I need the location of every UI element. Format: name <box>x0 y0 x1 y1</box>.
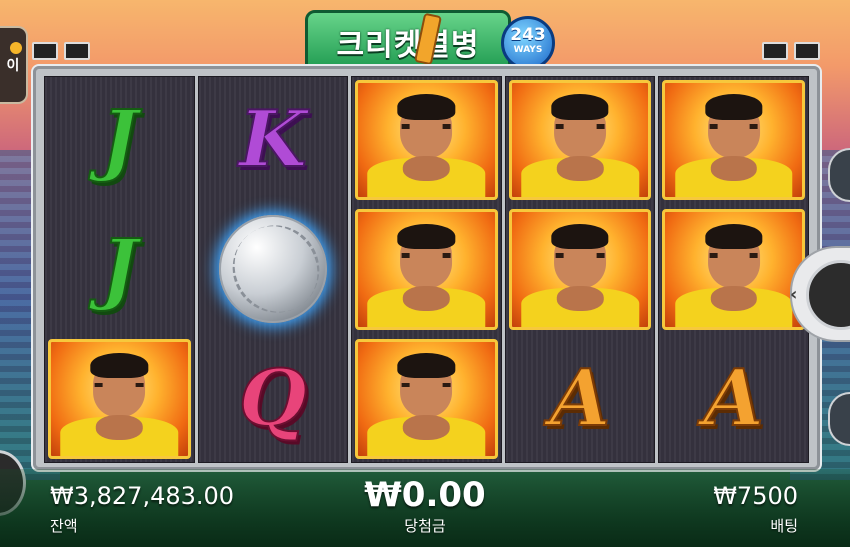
ways-badge: 243 WAYS <box>501 16 555 70</box>
floodlights-right-icon <box>762 42 820 60</box>
bet-value[interactable]: ₩7500 <box>713 482 798 510</box>
reel-1: JJ <box>44 76 195 463</box>
ways-number: 243 <box>510 25 546 45</box>
symbol-A: A <box>506 336 655 462</box>
symbol-J: J <box>45 77 194 203</box>
game-title: 크리켓열병 <box>305 10 511 74</box>
symbol-hero-player <box>352 77 501 203</box>
reel-5: A <box>658 76 809 463</box>
ways-label: WAYS <box>513 45 543 55</box>
symbol-cricket-ball <box>199 206 348 332</box>
symbol-K: K <box>199 77 348 203</box>
reel-3 <box>351 76 502 463</box>
game-logo: 크리켓열병 243 WAYS <box>305 10 555 74</box>
reel-4: A <box>504 76 656 463</box>
symbol-letter: A <box>549 352 612 444</box>
symbol-J: J <box>45 206 194 332</box>
reel-2: KQ <box>197 76 349 463</box>
symbol-hero-player <box>506 77 655 203</box>
reel-grid: JJKQAA <box>44 76 809 463</box>
spin-button[interactable] <box>806 260 850 330</box>
symbol-hero-player <box>352 206 501 332</box>
symbol-Q: Q <box>199 336 348 462</box>
symbol-letter: Q <box>238 352 308 444</box>
notification-dot-icon <box>10 42 22 54</box>
hero-portrait-icon <box>662 209 805 330</box>
symbol-hero-player <box>45 336 194 462</box>
symbol-letter: K <box>238 94 308 186</box>
hero-portrait-icon <box>355 338 498 459</box>
hero-portrait-icon <box>355 80 498 201</box>
symbol-hero-player <box>659 206 808 332</box>
hero-portrait-icon <box>508 209 652 330</box>
bet-label: 배팅 <box>770 517 798 535</box>
symbol-letter: A <box>702 352 765 444</box>
symbol-letter: J <box>100 223 139 315</box>
symbol-hero-player <box>659 77 808 203</box>
cricket-ball-icon <box>215 208 337 331</box>
hero-portrait-icon <box>355 209 498 330</box>
hero-portrait-icon <box>48 338 191 459</box>
symbol-hero-player <box>352 336 501 462</box>
menu-button-label: 이 <box>6 58 20 74</box>
win-label: 당첨금 <box>404 517 446 535</box>
floodlights-left-icon <box>32 42 90 60</box>
symbol-A: A <box>659 336 808 462</box>
symbol-hero-player <box>506 206 655 332</box>
symbol-letter: J <box>100 94 139 186</box>
hero-portrait-icon <box>508 80 652 201</box>
hero-portrait-icon <box>662 80 805 201</box>
menu-button[interactable]: 이 <box>0 26 28 104</box>
